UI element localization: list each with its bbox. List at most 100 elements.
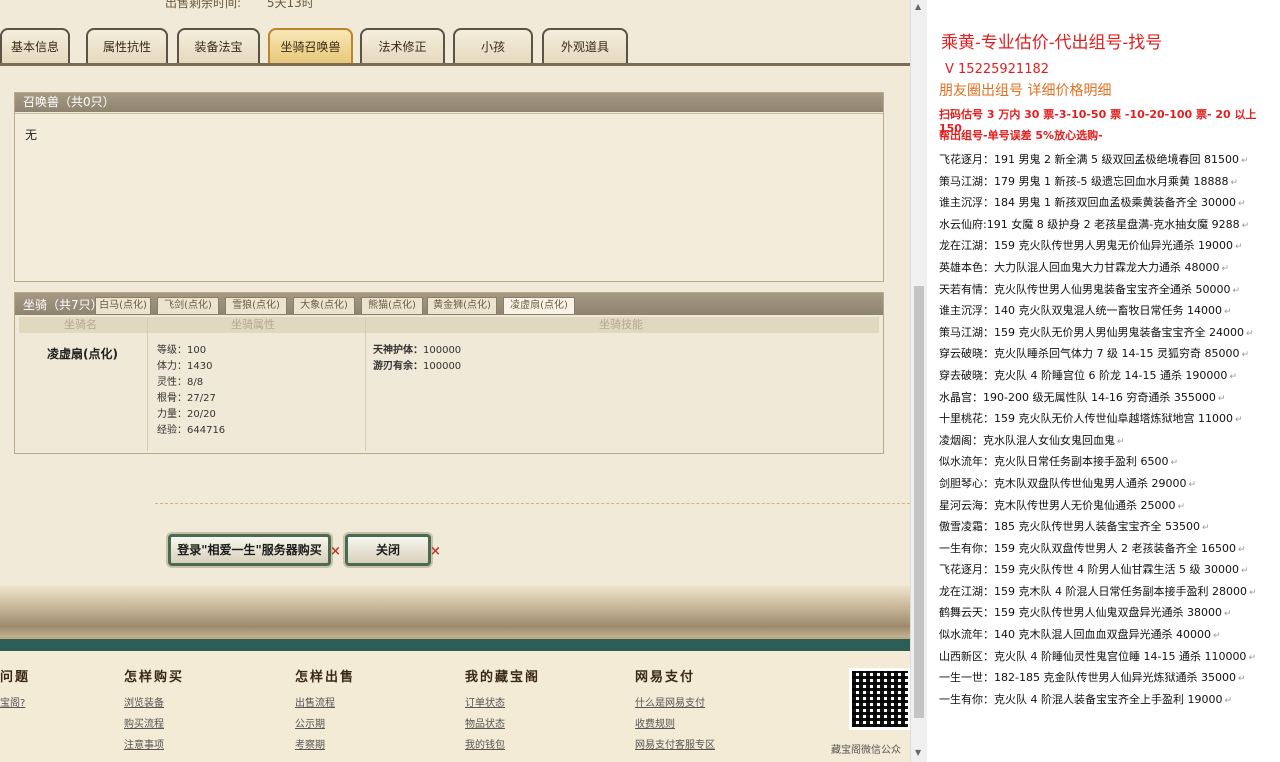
- ad-document: 乘黄-专业估价-代出组号-找号 V 15225921182 朋友圈出组号 详细价…: [927, 0, 1280, 762]
- listing-item: 一生有你：159 克火队双盘传世男人 2 老孩装备齐全 16500: [939, 538, 1279, 560]
- footer-heading: 我的藏宝阁: [465, 670, 541, 685]
- footer-link[interactable]: 宝阁?: [0, 693, 30, 714]
- listing-item: 似水流年：克火队日常任务副本接手盈利 6500: [939, 451, 1279, 473]
- footer-link[interactable]: 注意事项: [124, 735, 184, 756]
- summon-empty-text: 无: [25, 128, 38, 142]
- column-divider: [365, 317, 366, 451]
- footer-link[interactable]: 我的钱包: [465, 735, 540, 756]
- mount-attr-exp: 经验：644716: [157, 425, 226, 436]
- mount-attr-stamina: 体力：1430: [157, 361, 213, 372]
- footer-link[interactable]: 订单状态: [465, 693, 540, 714]
- skill-value: 100000: [423, 345, 462, 356]
- mount-panel: 坐骑（共7只） 白马(点化) 飞剑(点化) 雪狼(点化) 大象(点化) 熊猫(点…: [14, 292, 884, 454]
- mount-col-attributes: 坐骑属性: [231, 318, 275, 331]
- listing-item: 一生一世：182-185 克金队传世男人仙异光炼狱通杀 35000: [939, 667, 1279, 689]
- footer-link[interactable]: 浏览装备: [124, 693, 184, 714]
- mount-name: 凌虚扇(点化): [47, 347, 118, 361]
- footer-link[interactable]: 购买流程: [124, 714, 184, 735]
- summon-panel-title: 召唤兽（共0只）: [15, 93, 883, 112]
- mount-tab-lingxu-fan[interactable]: 凌虚扇(点化): [503, 297, 575, 315]
- close-button[interactable]: 关闭: [345, 534, 431, 566]
- close-icon: ×: [330, 544, 341, 559]
- mount-tab-elephant[interactable]: 大象(点化): [293, 297, 355, 315]
- tab-spell-fix[interactable]: 法术修正: [360, 28, 445, 64]
- footer-link[interactable]: 出售流程: [295, 693, 355, 714]
- mount-tab-panda[interactable]: 熊猫(点化): [361, 297, 423, 315]
- listing-item: 龙在江湖：159 克火队传世男人男鬼无价仙异光通杀 19000: [939, 235, 1279, 257]
- tab-divider: [0, 63, 910, 66]
- mount-skill-2: 游刃有余：100000: [373, 359, 461, 375]
- listing-item: 穿去破晓：克火队 4 阶睡宫位 6 阶龙 14-15 通杀 190000: [939, 365, 1279, 387]
- sale-time-value: 5天13时: [266, 0, 314, 10]
- footer-divider: [0, 637, 910, 651]
- listing-item: 水云仙府:191 女魔 8 级护身 2 老孩星盘满-克水抽女魔 9288: [939, 214, 1279, 236]
- scroll-down-icon[interactable]: ▼: [915, 748, 921, 757]
- footer-link[interactable]: 考察期: [295, 735, 355, 756]
- footer-link[interactable]: 公示期: [295, 714, 355, 735]
- tab-child[interactable]: 小孩: [453, 28, 533, 64]
- ad-moments-line: 朋友圈出组号 详细价格明细: [939, 83, 1112, 99]
- listing-item: 飞花逐月：159 克火队传世 4 阶男人仙甘霖生活 5 级 30000: [939, 559, 1279, 581]
- mount-col-name: 坐骑名: [64, 318, 97, 331]
- footer-col-sell: 怎样出售 出售流程 公示期 考察期: [295, 666, 355, 756]
- mount-col-skills: 坐骑技能: [599, 318, 643, 331]
- listing-item: 策马江湖：179 男鬼 1 新孩-5 级遗忘回血水月乘黄 18888: [939, 171, 1279, 193]
- footer-col-buy: 怎样购买 浏览装备 购买流程 注意事项: [124, 666, 184, 756]
- tab-basic-info[interactable]: 基本信息: [0, 28, 70, 64]
- column-divider: [147, 317, 148, 451]
- skill-name: 天神护体：: [373, 345, 423, 356]
- mount-tab-white-horse[interactable]: 白马(点化): [95, 297, 151, 315]
- mount-attr-spirit: 灵性：8/8: [157, 377, 204, 388]
- mount-attr-level: 等级：100: [157, 345, 207, 356]
- mount-table-header: 坐骑名 坐骑属性 坐骑技能: [19, 317, 879, 333]
- ad-title: 乘黄-专业估价-代出组号-找号: [941, 33, 1163, 53]
- listing-item: 谁主沉浮：184 男鬼 1 新孩双回血孟极乘黄装备齐全 30000: [939, 192, 1279, 214]
- listing-item: 飞花逐月：191 男鬼 2 新全满 5 级双回孟极绝境春回 81500: [939, 149, 1279, 171]
- scroll-up-icon[interactable]: ▲: [915, 2, 921, 11]
- footer-col-my-cbg: 我的藏宝阁 订单状态 物品状态 我的钱包: [465, 666, 540, 756]
- listing-item: 山西新区：克火队 4 阶睡仙灵性鬼宫位睡 14-15 通杀 110000: [939, 646, 1279, 668]
- listing-item: 凌烟阁：克水队混人女仙女鬼回血鬼: [939, 430, 1279, 452]
- listing-item: 傲雪凌霜：185 克火队传世男人装备宝宝齐全 53500: [939, 516, 1279, 538]
- skill-value: 100000: [423, 361, 462, 372]
- summon-panel: 召唤兽（共0只） 无: [14, 92, 884, 282]
- qr-caption: 藏宝阁微信公众: [831, 745, 901, 756]
- close-icon: ×: [430, 544, 441, 559]
- sale-remaining-time: 出售剩余时间: 5天13时: [165, 0, 336, 11]
- listing-item: 策马江湖：159 克火队无价男人男仙男鬼装备宝宝齐全 24000: [939, 322, 1279, 344]
- mount-tab-snow-wolf[interactable]: 雪狼(点化): [225, 297, 287, 315]
- site-footer: 问题 宝阁? 怎样购买 浏览装备 购买流程 注意事项 怎样出售 出售流程 公示期…: [0, 651, 910, 762]
- ad-phone: V 15225921182: [945, 62, 1050, 77]
- footer-heading: 怎样出售: [295, 670, 356, 685]
- account-listings: 飞花逐月：191 男鬼 2 新全满 5 级双回孟极绝境春回 81500 策马江湖…: [939, 149, 1279, 710]
- ad-help-line: 帮出组号-单号误差 5%放心选购-: [939, 129, 1103, 142]
- footer-link[interactable]: 网易支付客服专区: [635, 735, 715, 756]
- game-page: 出售剩余时间: 5天13时 基本信息 属性抗性 装备法宝 坐骑召唤兽 法术修正 …: [0, 0, 910, 762]
- listing-item: 星河云海：克木队传世男人无价鬼仙通杀 25000: [939, 495, 1279, 517]
- listing-item: 剑胆琴心：克木队双盘队传世仙鬼男人通杀 29000: [939, 473, 1279, 495]
- tab-equipment[interactable]: 装备法宝: [177, 28, 260, 64]
- listing-item: 十里桃花：159 克火队无价人传世仙阜越塔炼狱地宫 11000: [939, 408, 1279, 430]
- footer-heading: 问题: [0, 670, 31, 685]
- footer-link[interactable]: 收费规则: [635, 714, 715, 735]
- skill-name: 游刃有余：: [373, 361, 423, 372]
- sale-time-label: 出售剩余时间:: [165, 0, 242, 10]
- listing-item: 龙在江湖：159 克木队 4 阶混人日常任务副本接手盈利 28000: [939, 581, 1279, 603]
- listing-item: 谁主沉浮：140 克火队双鬼混人统一畜牧日常任务 14000: [939, 300, 1279, 322]
- scrollbar-thumb[interactable]: [914, 286, 924, 718]
- mount-tab-flying-sword[interactable]: 飞剑(点化): [157, 297, 219, 315]
- tab-appearance[interactable]: 外观道具: [542, 28, 628, 64]
- listing-item: 天若有情：克火队传世男人仙男鬼装备宝宝齐全通杀 50000: [939, 279, 1279, 301]
- tab-attributes[interactable]: 属性抗性: [86, 28, 168, 64]
- listing-item: 一生有你：克火队 4 阶混人装备宝宝齐全上手盈利 19000: [939, 689, 1279, 711]
- listing-item: 水晶宫：190-200 级无属性队 14-16 穷奇通杀 355000: [939, 387, 1279, 409]
- footer-link[interactable]: 物品状态: [465, 714, 540, 735]
- login-buy-button[interactable]: 登录"相爱一生"服务器购买: [168, 534, 331, 566]
- footer-col-faq: 问题 宝阁?: [0, 666, 30, 714]
- mount-skill-1: 天神护体：100000: [373, 343, 461, 359]
- footer-link[interactable]: 什么是网易支付: [635, 693, 715, 714]
- mount-tab-golden-lion[interactable]: 黄金狮(点化): [427, 297, 497, 315]
- page-scrollbar[interactable]: ▲ ▼: [910, 0, 927, 762]
- footer-heading: 怎样购买: [124, 670, 185, 685]
- tab-mount-summon[interactable]: 坐骑召唤兽: [268, 28, 353, 64]
